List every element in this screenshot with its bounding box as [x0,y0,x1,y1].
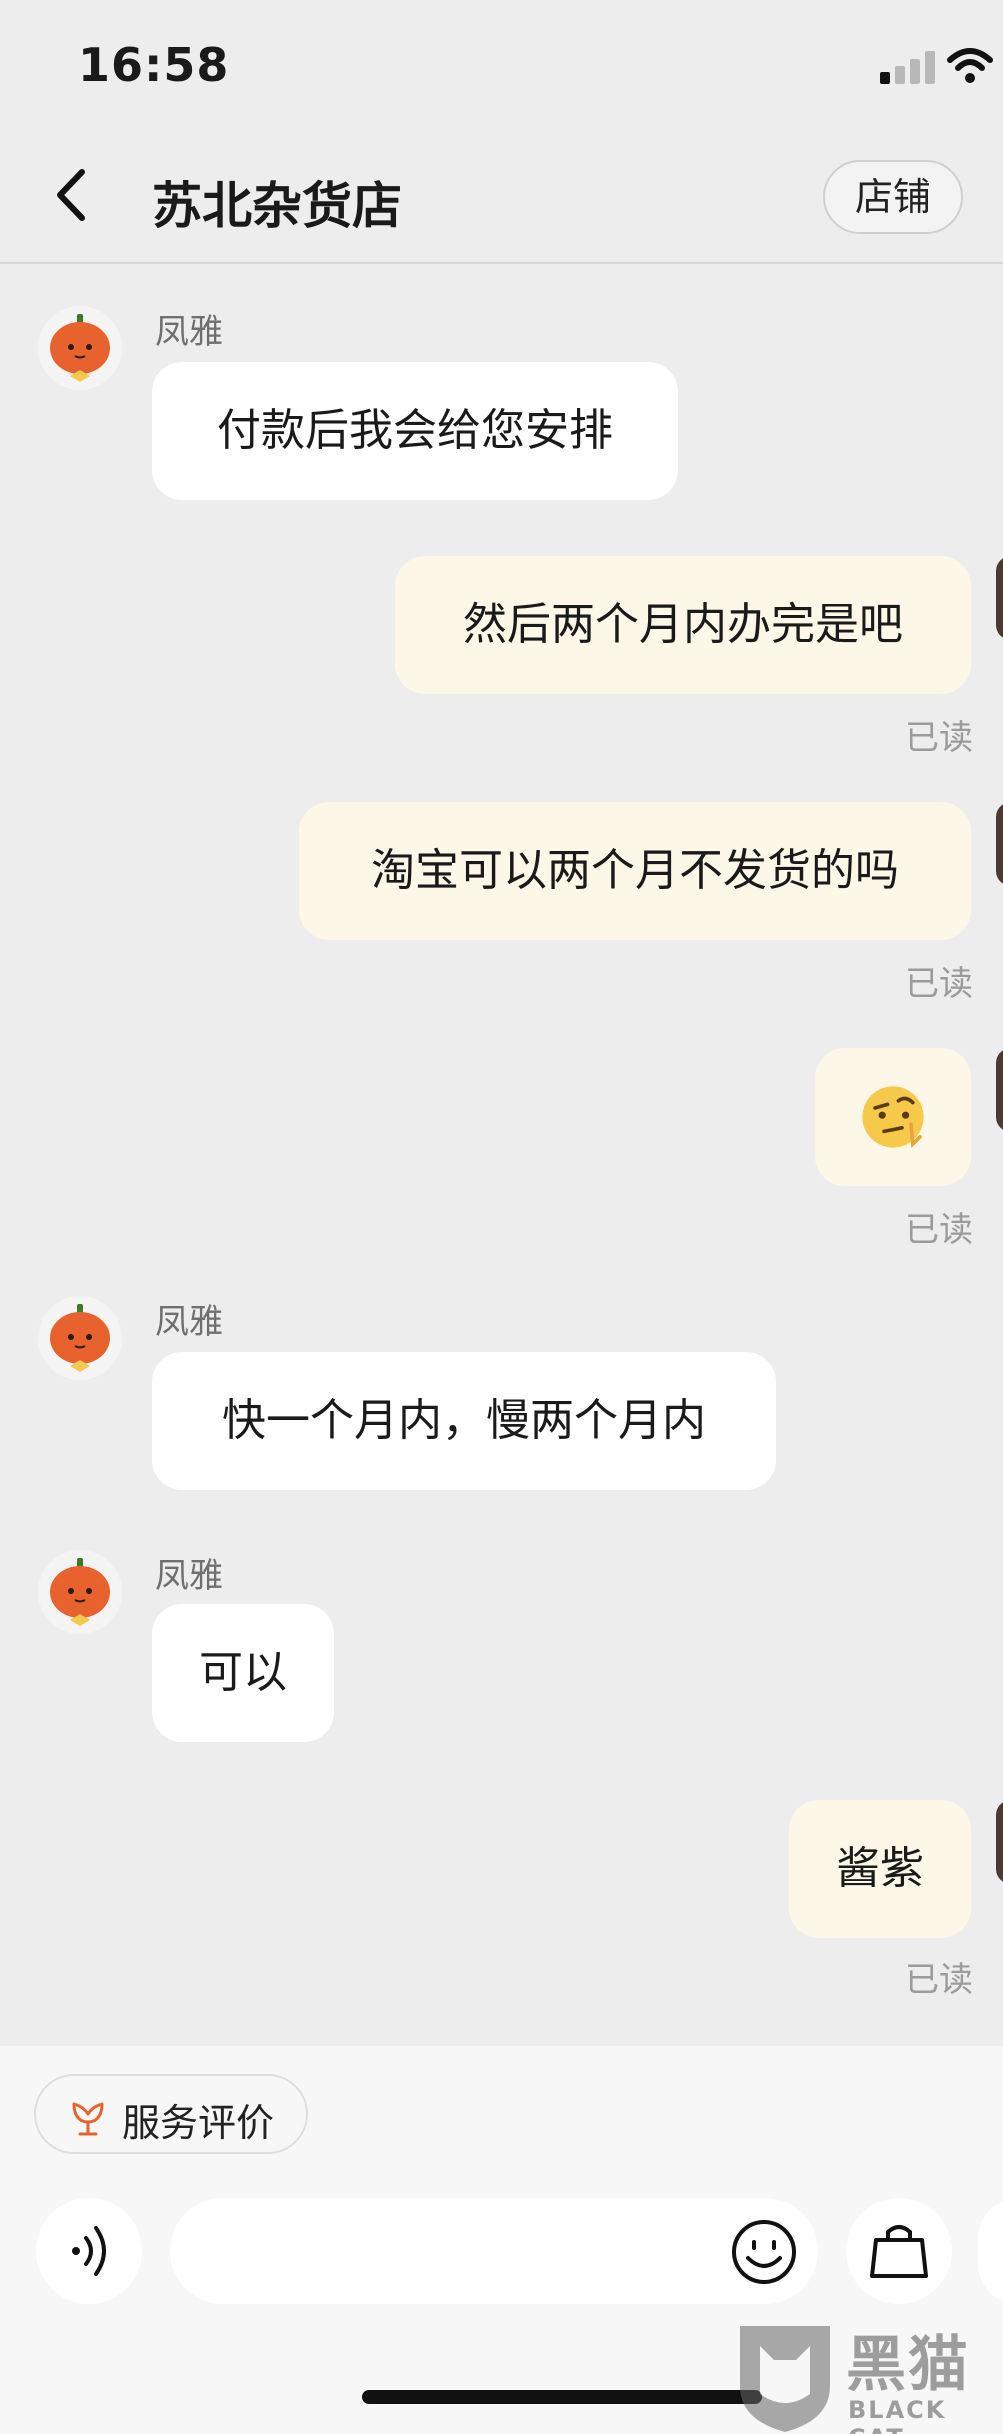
watermark-subtitle: BLACK CAT [848,2396,947,2434]
self-avatar[interactable] [996,802,1003,886]
home-indicator [362,2390,762,2404]
pumpkin-avatar-icon [50,1558,110,1626]
message-input[interactable] [170,2198,818,2304]
more-button[interactable] [978,2198,1003,2304]
watermark-title: 黑猫 [846,2330,970,2400]
status-bar: 16:58 [0,0,1003,130]
message-bubble-incoming[interactable]: 可以 [152,1604,334,1742]
service-review-button[interactable]: 服务评价 [34,2074,308,2154]
store-button[interactable]: 店铺 [823,160,963,234]
self-avatar[interactable] [996,1048,1003,1132]
read-status: 已读 [905,1210,973,1250]
back-icon[interactable] [40,160,100,230]
sender-name: 凤雅 [155,1302,223,1342]
wifi-icon [947,48,993,83]
shopping-bag-button[interactable] [846,2198,952,2304]
smile-icon[interactable] [730,2218,798,2286]
sender-name: 凤雅 [155,312,223,352]
read-status: 已读 [905,1960,973,2000]
emoji-bubble-outgoing[interactable] [815,1048,971,1186]
message-bubble-outgoing[interactable]: 酱紫 [789,1800,971,1938]
status-time: 16:58 [78,38,230,92]
message-bubble-incoming[interactable]: 付款后我会给您安排 [152,362,678,500]
read-status: 已读 [905,964,973,1004]
message-bubble-outgoing[interactable]: 淘宝可以两个月不发货的吗 [299,802,971,940]
read-status: 已读 [905,718,973,758]
message-bubble-outgoing[interactable]: 然后两个月内办完是吧 [395,556,971,694]
pumpkin-avatar-icon [50,314,110,382]
self-avatar[interactable] [996,556,1003,640]
avatar[interactable] [38,1550,122,1634]
page-title: 苏北杂货店 [152,177,402,235]
pumpkin-avatar-icon [50,1304,110,1372]
raised-eyebrow-emoji-icon [862,1086,924,1148]
flower-icon [72,2102,104,2136]
shopping-bag-icon [870,2225,928,2278]
self-avatar[interactable] [996,1800,1003,1884]
avatar[interactable] [38,306,122,390]
watermark: 黑猫 BLACK CAT [730,2316,1003,2434]
message-bubble-incoming[interactable]: 快一个月内，慢两个月内 [152,1352,776,1490]
sender-name: 凤雅 [155,1556,223,1596]
voice-icon [72,2226,106,2276]
avatar[interactable] [38,1296,122,1380]
service-review-label: 服务评价 [122,2101,275,2145]
chat-header: 苏北杂货店 店铺 [0,130,1003,264]
black-cat-logo-icon [740,2326,830,2432]
voice-button[interactable] [36,2198,142,2304]
signal-icon [880,50,936,84]
